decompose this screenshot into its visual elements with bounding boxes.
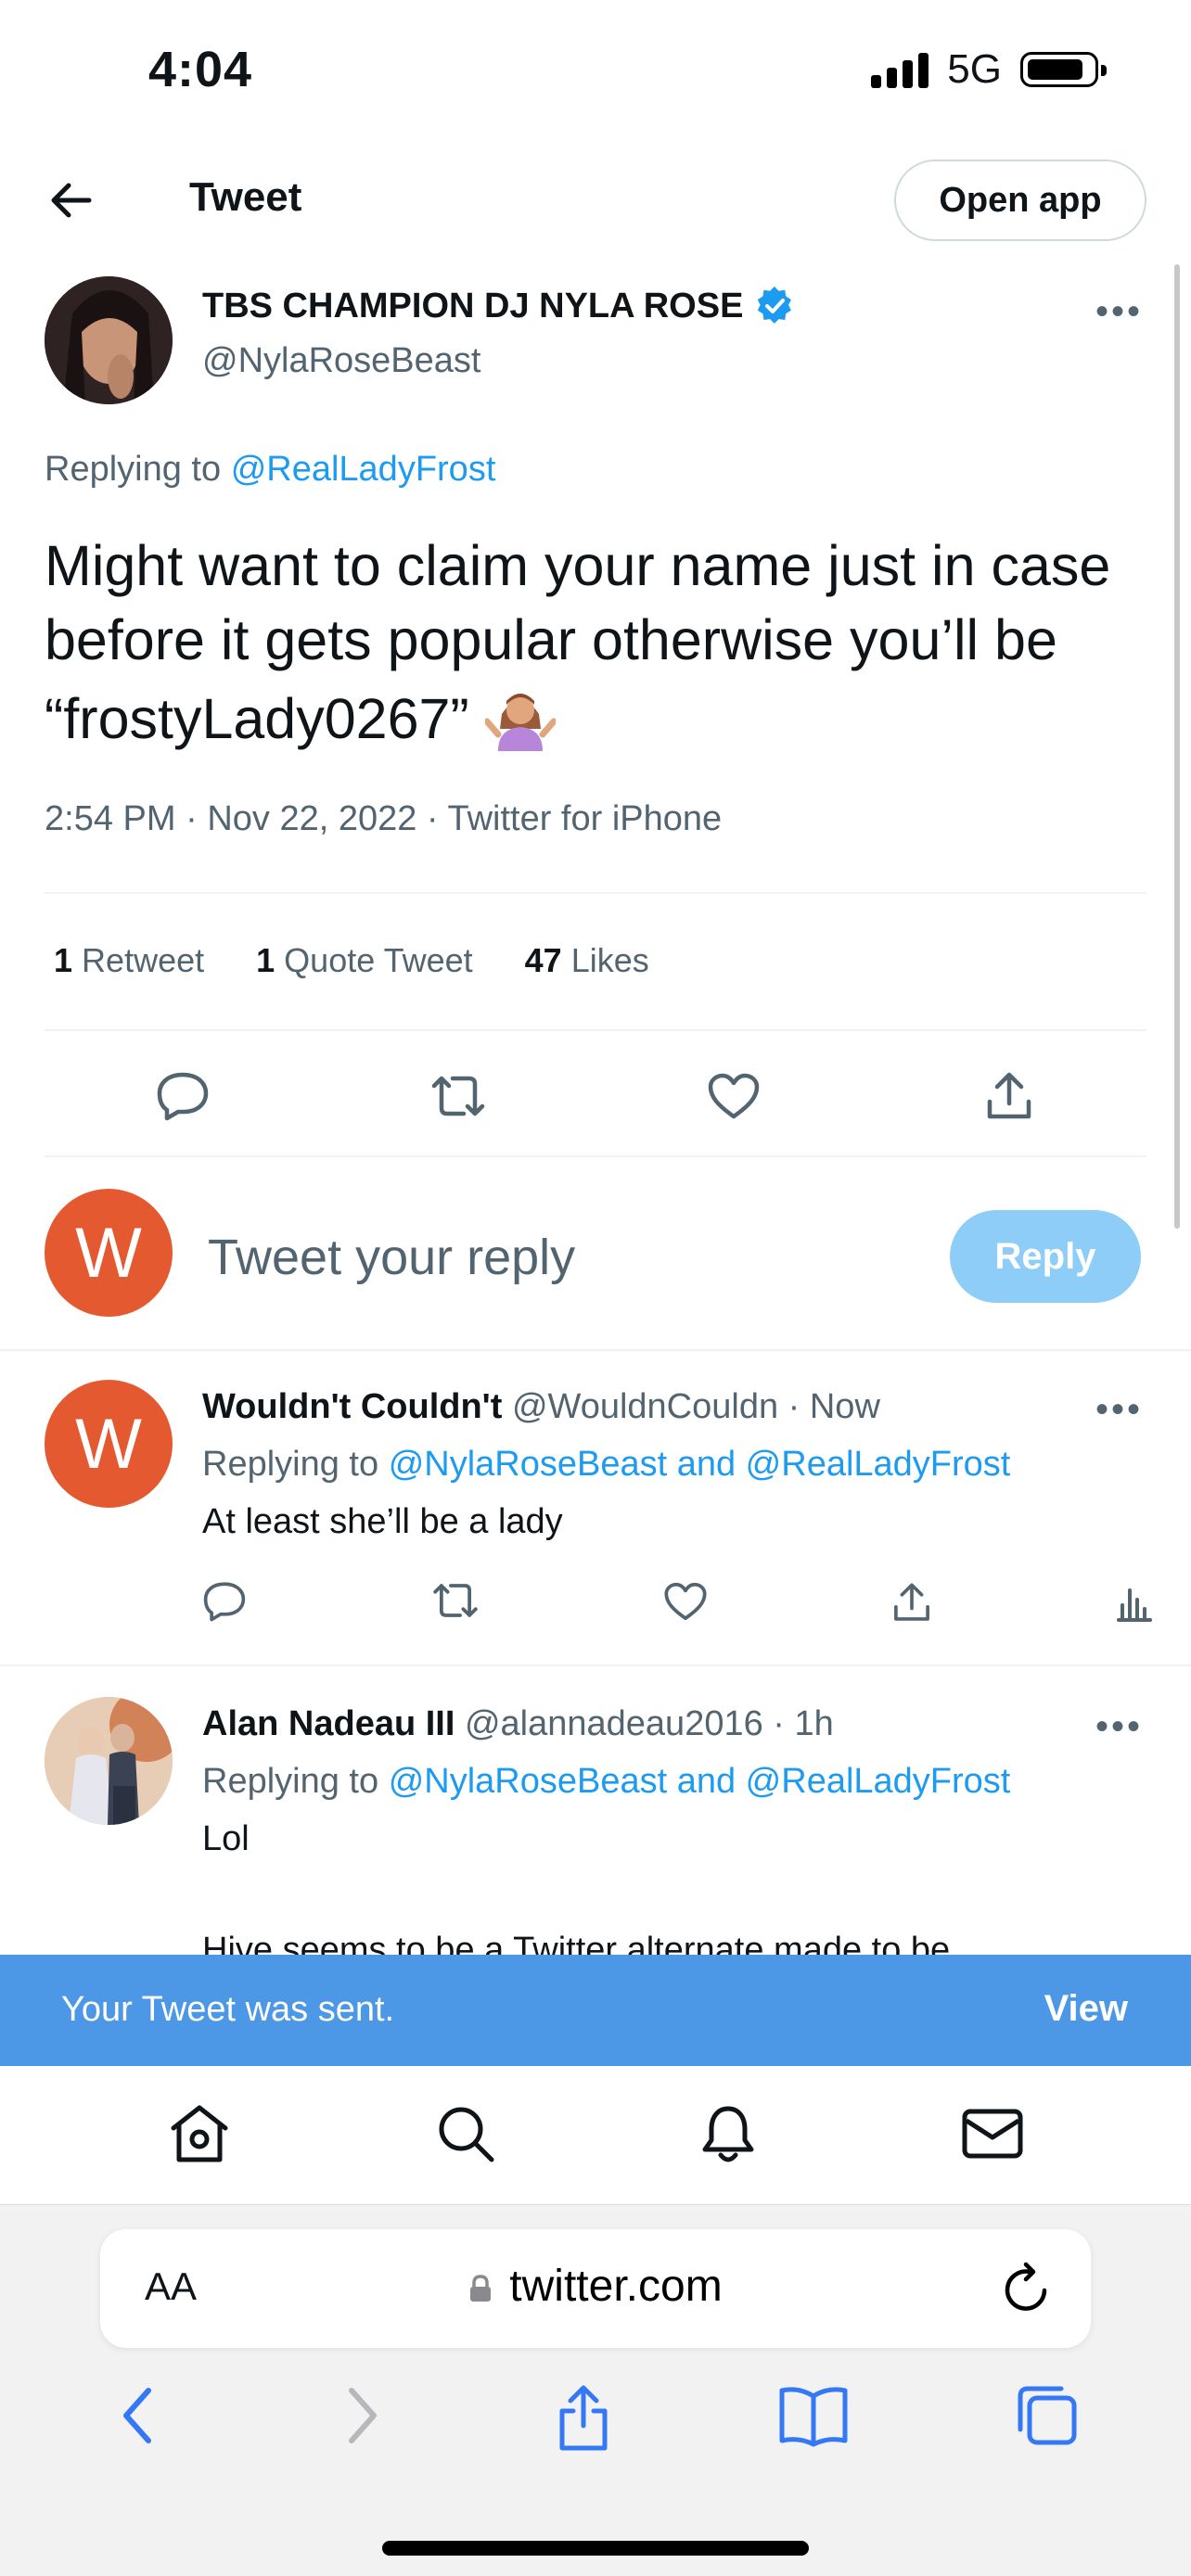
share-icon[interactable] — [891, 1581, 932, 1628]
signal-icon — [871, 51, 929, 88]
back-arrow-button[interactable] — [45, 174, 96, 226]
reply-avatar[interactable] — [45, 1697, 173, 1825]
tweet-text: Might want to claim your name just in ca… — [45, 534, 1111, 751]
tweet-actions — [45, 1066, 1146, 1126]
more-options-icon[interactable]: ••• — [1095, 1706, 1143, 1748]
divider — [45, 892, 1146, 894]
reply-time: · 1h — [773, 1704, 834, 1743]
user-avatar[interactable]: W — [45, 1189, 173, 1317]
divider — [0, 1664, 1191, 1666]
back-icon[interactable] — [111, 2383, 167, 2458]
retweet-icon[interactable] — [430, 1581, 480, 1628]
search-icon[interactable] — [436, 2104, 495, 2168]
retweets-stat[interactable]: 1 Retweet — [54, 941, 204, 980]
forward-icon[interactable] — [333, 2383, 389, 2458]
status-indicators: 5G — [871, 46, 1107, 93]
scrollbar[interactable] — [1174, 264, 1180, 1229]
verified-badge-icon — [758, 286, 792, 324]
address-bar[interactable]: AA twitter.com — [100, 2229, 1091, 2348]
replying-to-links[interactable]: @NylaRoseBeast and @RealLadyFrost — [389, 1762, 1011, 1801]
reply-text: Lol — [202, 1819, 250, 1858]
author-display-name[interactable]: TBS CHAMPION DJ NYLA ROSE — [202, 286, 795, 326]
more-options-icon[interactable]: ••• — [1095, 1389, 1143, 1431]
home-icon[interactable] — [168, 2104, 231, 2168]
lock-icon — [470, 2275, 492, 2302]
replying-to-link[interactable]: @RealLadyFrost — [231, 450, 496, 489]
tweet-stats: 1 Retweet 1 Quote Tweet 47 Likes — [54, 941, 649, 980]
quote-tweets-stat[interactable]: 1 Quote Tweet — [256, 941, 473, 980]
tabs-icon[interactable] — [1015, 2383, 1080, 2458]
like-heart-icon[interactable] — [704, 1066, 763, 1126]
reply-actions — [202, 1581, 1154, 1628]
tweet-date: Nov 22, 2022 — [207, 799, 417, 838]
arrow-left-icon — [51, 183, 92, 218]
like-heart-icon[interactable] — [663, 1581, 708, 1628]
tweet-sent-toast: Your Tweet was sent. View — [0, 1955, 1191, 2066]
reply-header: Alan Nadeau III @alannadeau2016 · 1h — [202, 1704, 834, 1744]
reply-replying-to: Replying to @NylaRoseBeast and @RealLady… — [202, 1762, 1011, 1801]
reply-author-handle[interactable]: @WouldnCouldn — [512, 1387, 778, 1426]
battery-icon — [1020, 52, 1107, 87]
share-icon[interactable] — [555, 2383, 612, 2458]
bottom-tab-bar — [0, 2068, 1191, 2205]
replying-to: Replying to @RealLadyFrost — [45, 450, 496, 489]
divider — [0, 1349, 1191, 1351]
reply-button[interactable]: Reply — [950, 1210, 1141, 1303]
toast-message: Your Tweet was sent. — [61, 1990, 395, 2029]
divider — [45, 1155, 1146, 1157]
reply-header: Wouldn't Couldn't @WouldnCouldn · Now — [202, 1387, 880, 1427]
browser-nav-bar — [0, 2383, 1191, 2458]
reply-icon[interactable] — [202, 1581, 247, 1628]
replying-to-links[interactable]: @NylaRoseBeast and @RealLadyFrost — [389, 1445, 1011, 1484]
reload-icon[interactable] — [1002, 2261, 1052, 2319]
tweet-meta: 2:54 PM · Nov 22, 2022 · Twitter for iPh… — [45, 799, 723, 838]
retweet-icon[interactable] — [429, 1066, 488, 1126]
tweet-source: Twitter for iPhone — [447, 799, 723, 838]
page-title: Tweet — [189, 174, 302, 220]
reply-author-name[interactable]: Alan Nadeau III — [202, 1704, 455, 1743]
tweet-time: 2:54 PM — [45, 799, 176, 838]
person-shrugging-emoji-icon — [484, 694, 556, 751]
author-handle[interactable]: @NylaRoseBeast — [202, 341, 480, 381]
home-indicator[interactable] — [382, 2541, 809, 2556]
network-type: 5G — [947, 46, 1002, 92]
more-options-icon[interactable]: ••• — [1095, 291, 1143, 333]
reply-text: At least she’ll be a lady — [202, 1502, 563, 1541]
reply-author-name[interactable]: Wouldn't Couldn't — [202, 1387, 502, 1426]
reply-input[interactable]: Tweet your reply — [208, 1229, 575, 1286]
status-time: 4:04 — [148, 42, 253, 97]
reply-time: · Now — [788, 1387, 880, 1426]
reply-icon[interactable] — [153, 1066, 212, 1126]
reply-author-handle[interactable]: @alannadeau2016 — [465, 1704, 763, 1743]
likes-stat[interactable]: 47 Likes — [525, 941, 649, 980]
mail-icon[interactable] — [961, 2108, 1024, 2164]
divider — [45, 1029, 1146, 1031]
bell-icon[interactable] — [700, 2103, 756, 2169]
analytics-icon[interactable] — [1115, 1581, 1154, 1628]
share-icon[interactable] — [980, 1066, 1039, 1126]
bookmarks-icon[interactable] — [778, 2383, 849, 2458]
url-display[interactable]: twitter.com — [100, 2261, 1091, 2312]
author-avatar[interactable] — [45, 276, 173, 404]
reply-replying-to: Replying to @NylaRoseBeast and @RealLady… — [202, 1445, 1011, 1484]
reply-avatar[interactable]: W — [45, 1380, 173, 1508]
toast-view-button[interactable]: View — [1044, 1988, 1128, 2030]
open-app-button[interactable]: Open app — [894, 159, 1146, 241]
